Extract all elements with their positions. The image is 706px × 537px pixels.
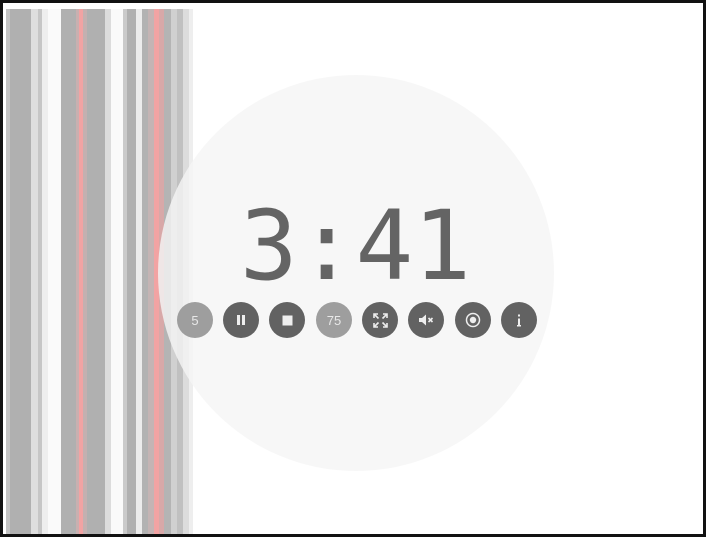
stop-button[interactable] [269,302,305,338]
step-5-button[interactable]: 5 [177,302,213,338]
pause-icon [237,315,245,325]
volume-75-button[interactable]: 75 [316,302,352,338]
stripe [87,9,105,534]
stripe [61,9,76,534]
fullscreen-icon [372,312,388,328]
mute-icon [419,314,434,326]
fullscreen-button[interactable] [362,302,398,338]
stripe [10,9,31,534]
app-window: 3:41 5 75 [0,0,706,537]
stripe [31,9,38,534]
mute-button[interactable] [408,302,444,338]
pause-button[interactable] [223,302,259,338]
record-icon [465,312,481,328]
record-button[interactable] [455,302,491,338]
step-5-label: 5 [191,312,199,328]
info-button[interactable] [501,302,537,338]
stripe [48,9,61,534]
stop-icon [282,315,292,325]
control-bar: 5 75 [177,302,537,338]
stripe [127,9,136,534]
timer-display: 3:41 [239,190,472,302]
info-icon [517,314,521,326]
volume-75-label: 75 [326,312,342,328]
stripe [111,9,123,534]
